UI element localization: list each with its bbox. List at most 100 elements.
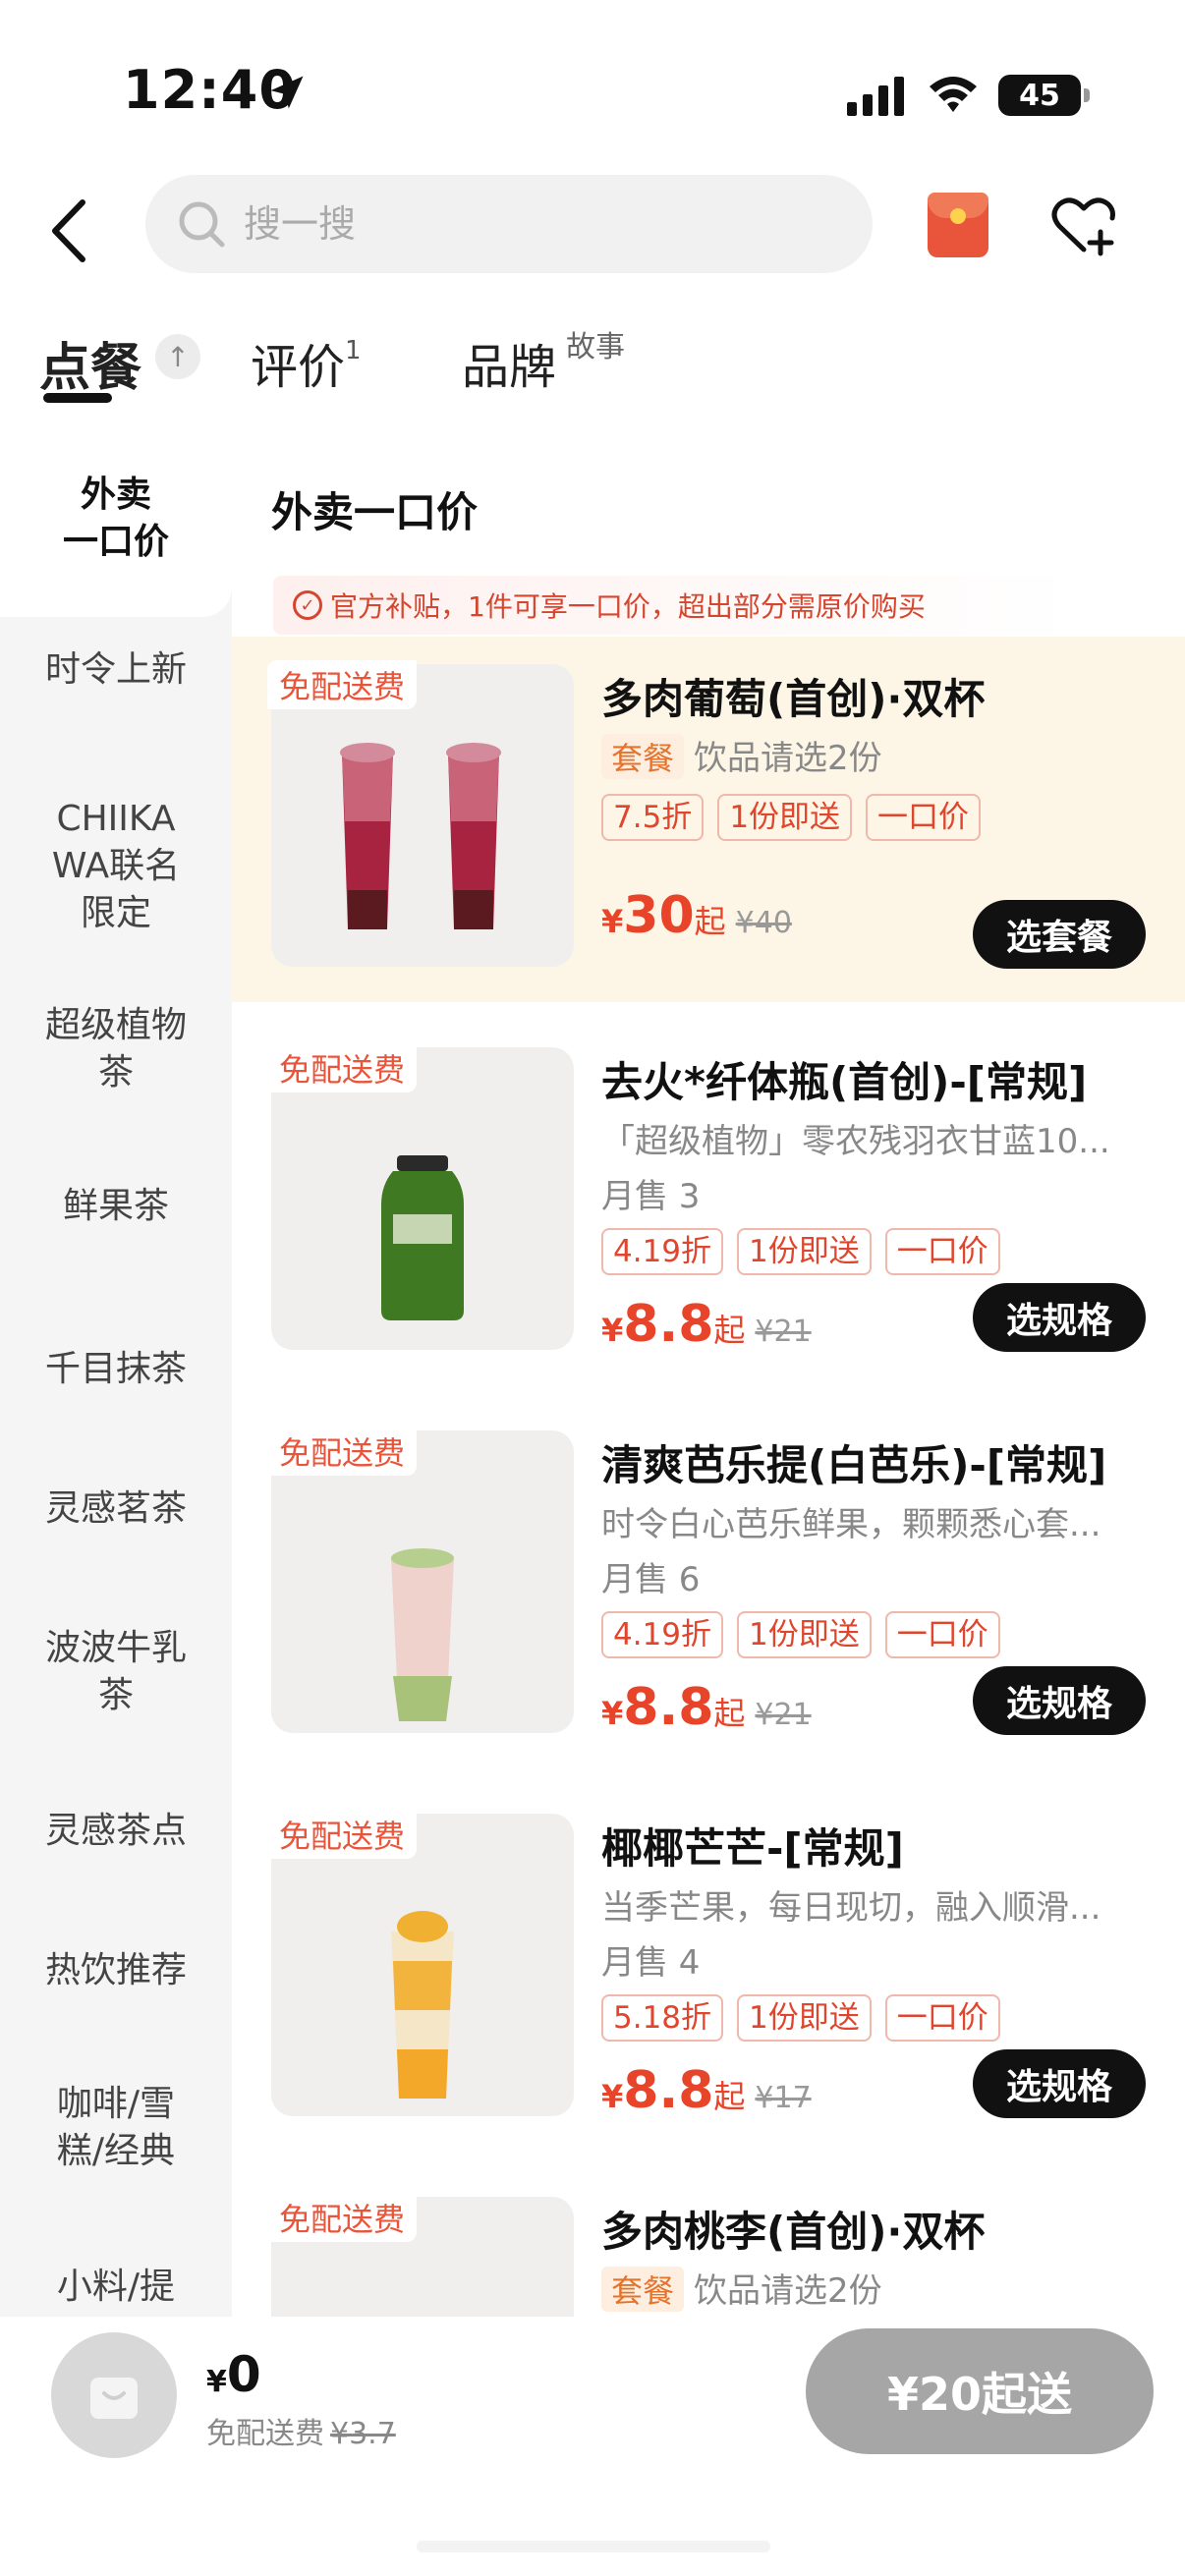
promo-tag: 5.18折 <box>601 1994 724 2042</box>
guava-cup-illustration <box>391 1548 454 1721</box>
cart-total: ¥0 <box>206 2346 261 2403</box>
tab-brand[interactable]: 品牌 <box>462 328 556 397</box>
price-suffix: 起 <box>713 2078 746 2115</box>
sidebar-item[interactable]: 千目抹茶 <box>0 1346 232 1393</box>
search-icon <box>179 201 225 248</box>
product-card[interactable]: 免配送费 椰椰芒芒-[常规] 当季芒果，每日现切，融入顺滑... 月售 4 5.… <box>232 1786 1185 2152</box>
product-desc: 时令白心芭乐鲜果，颗颗悉心套... <box>601 1505 1101 1544</box>
sidebar-item[interactable]: 超级植物 茶 <box>0 1002 232 1096</box>
double-grape-cup-illustration <box>340 743 501 929</box>
product-list: 外卖一口价 ✓ 官方补贴，1件可享一口价，超出部分需原价购买 免配送费 多肉葡萄… <box>232 420 1185 2317</box>
original-price: ¥21 <box>755 1315 812 1349</box>
total-value: 0 <box>226 2346 261 2403</box>
mango-cup-illustration <box>391 1911 454 2099</box>
promo-tag: 1份即送 <box>737 1994 872 2042</box>
sidebar-item-active[interactable]: 外卖 一口价 <box>0 420 232 617</box>
original-price: ¥40 <box>735 906 792 940</box>
product-image <box>271 1430 574 1733</box>
subsidy-notice: ✓ 官方补贴，1件可享一口价，超出部分需原价购买 <box>273 576 1079 635</box>
section-title: 外卖一口价 <box>271 488 479 536</box>
original-price: ¥21 <box>755 1698 812 1732</box>
price-suffix: 起 <box>713 1312 746 1349</box>
promo-tag: 一口价 <box>866 794 982 841</box>
price: ¥ 8.8 起 ¥21 <box>601 1678 812 1737</box>
product-name: 多肉葡萄(首创)·双杯 <box>601 675 986 723</box>
tab-reviews[interactable]: 评价1 <box>251 328 362 397</box>
product-desc-row: 套餐 饮品请选2份 <box>601 2264 1132 2312</box>
status-bar: 12:40 45 <box>0 0 1185 167</box>
search-input[interactable] <box>244 202 833 246</box>
product-card[interactable]: 免配送费 清爽芭乐提(白芭乐)-[常规] 时令白心芭乐鲜果，颗颗悉心套... 月… <box>232 1403 1185 1768</box>
sidebar-item[interactable]: 小料/提 <box>0 2264 232 2311</box>
sidebar-item[interactable]: CHIIKA WA联名 限定 <box>0 796 232 937</box>
product-name: 椰椰芒芒-[常规] <box>601 1824 904 1873</box>
price-value: 8.8 <box>623 2061 714 2120</box>
price-suffix: 起 <box>713 1695 746 1732</box>
select-spec-button[interactable]: 选规格 <box>972 2049 1146 2118</box>
select-spec-button[interactable]: 选规格 <box>972 1283 1146 1352</box>
price: ¥ 30 起 ¥40 <box>601 886 792 945</box>
tab-reviews-count: 1 <box>345 336 362 365</box>
promo-tags: 7.5折 1份即送 一口价 <box>601 794 982 841</box>
price-suffix: 起 <box>694 903 726 940</box>
price-value: 30 <box>623 886 695 945</box>
promo-tag: 一口价 <box>884 1994 1000 2042</box>
back-arrow-icon[interactable] <box>45 196 94 265</box>
product-desc: 「超级植物」零农残羽衣甘蓝10... <box>601 1122 1110 1161</box>
select-set-button[interactable]: 选套餐 <box>972 900 1146 969</box>
heart-add-icon[interactable] <box>1049 193 1118 257</box>
set-tag: 套餐 <box>601 2267 685 2312</box>
category-sidebar: 外卖 一口价 时令上新 CHIIKA WA联名 限定 超级植物 茶 鲜果茶 千目… <box>0 420 232 2317</box>
product-card[interactable]: 免配送费 多肉桃李(首创)·双杯 套餐 饮品请选2份 <box>232 2169 1185 2317</box>
sidebar-item[interactable]: 波波牛乳 茶 <box>0 1625 232 1719</box>
product-name: 清爽芭乐提(白芭乐)-[常规] <box>601 1441 1107 1489</box>
product-desc: 饮品请选2份 <box>694 739 882 778</box>
sidebar-item[interactable]: 热饮推荐 <box>0 1947 232 1994</box>
promo-tag: 1份即送 <box>737 1228 872 1275</box>
price: ¥ 8.8 起 ¥21 <box>601 1295 812 1354</box>
battery-indicator: 45 <box>998 75 1090 116</box>
scroll-top-icon[interactable]: ↑ <box>155 334 200 379</box>
tab-active-indicator <box>43 393 112 403</box>
free-delivery-badge: 免配送费 <box>267 1427 418 1476</box>
tab-bar: 点餐 ↑ 评价1 品牌 故事 <box>0 314 1185 422</box>
red-packet-icon[interactable] <box>928 193 988 257</box>
sidebar-item[interactable]: 咖啡/雪 糕/经典 <box>0 2081 232 2175</box>
promo-tags: 5.18折 1份即送 一口价 <box>601 1994 1000 2042</box>
product-image <box>271 1047 574 1350</box>
free-delivery-badge: 免配送费 <box>267 2193 418 2242</box>
product-card[interactable]: 免配送费 去火*纤体瓶(首创)-[常规] 「超级植物」零农残羽衣甘蓝10... … <box>232 1020 1185 1385</box>
search-bar[interactable] <box>145 175 873 273</box>
promo-tags: 4.19折 1份即送 一口价 <box>601 1228 1000 1275</box>
product-desc-row: 套餐 饮品请选2份 <box>601 731 1132 779</box>
product-desc: 当季芒果，每日现切，融入顺滑... <box>601 1888 1101 1928</box>
location-arrow-icon <box>270 76 304 109</box>
free-delivery-badge: 免配送费 <box>267 1810 418 1859</box>
product-card[interactable]: 免配送费 多肉葡萄(首创)·双杯 套餐 饮品请选2份 7.5折 1份即送 一口价 … <box>232 637 1185 1002</box>
select-spec-button[interactable]: 选规格 <box>972 1666 1146 1735</box>
free-delivery-badge: 免配送费 <box>267 660 418 709</box>
cart-button[interactable] <box>51 2332 177 2458</box>
price: ¥ 8.8 起 ¥17 <box>601 2061 812 2120</box>
product-name: 去火*纤体瓶(首创)-[常规] <box>601 1058 1088 1106</box>
sidebar-active-label: 外卖 一口价 <box>62 475 169 562</box>
tab-order[interactable]: 点餐 <box>39 326 141 400</box>
price-currency: ¥ <box>601 2078 624 2115</box>
tab-reviews-label: 评价 <box>251 340 346 395</box>
sidebar-item[interactable]: 鲜果茶 <box>0 1183 232 1230</box>
sidebar-item[interactable]: 灵感茶点 <box>0 1808 232 1855</box>
sidebar-item[interactable]: 灵感茗茶 <box>0 1485 232 1533</box>
sidebar-item[interactable]: 时令上新 <box>0 646 232 694</box>
promo-tag: 一口价 <box>884 1611 1000 1658</box>
price-currency: ¥ <box>601 903 624 940</box>
promo-tag: 4.19折 <box>601 1611 724 1658</box>
fee-label: 免配送费 <box>206 2417 324 2451</box>
tab-brand-sup: 故事 <box>566 330 625 364</box>
checkout-button[interactable]: ¥20起送 <box>806 2328 1154 2454</box>
battery-level: 45 <box>1019 78 1060 113</box>
price-currency: ¥ <box>601 1312 624 1349</box>
fee-old: ¥3.7 <box>330 2417 396 2451</box>
monthly-sales: 月售 3 <box>601 1177 701 1216</box>
shopping-bag-icon <box>90 2378 138 2419</box>
promo-tag: 1份即送 <box>717 794 853 841</box>
